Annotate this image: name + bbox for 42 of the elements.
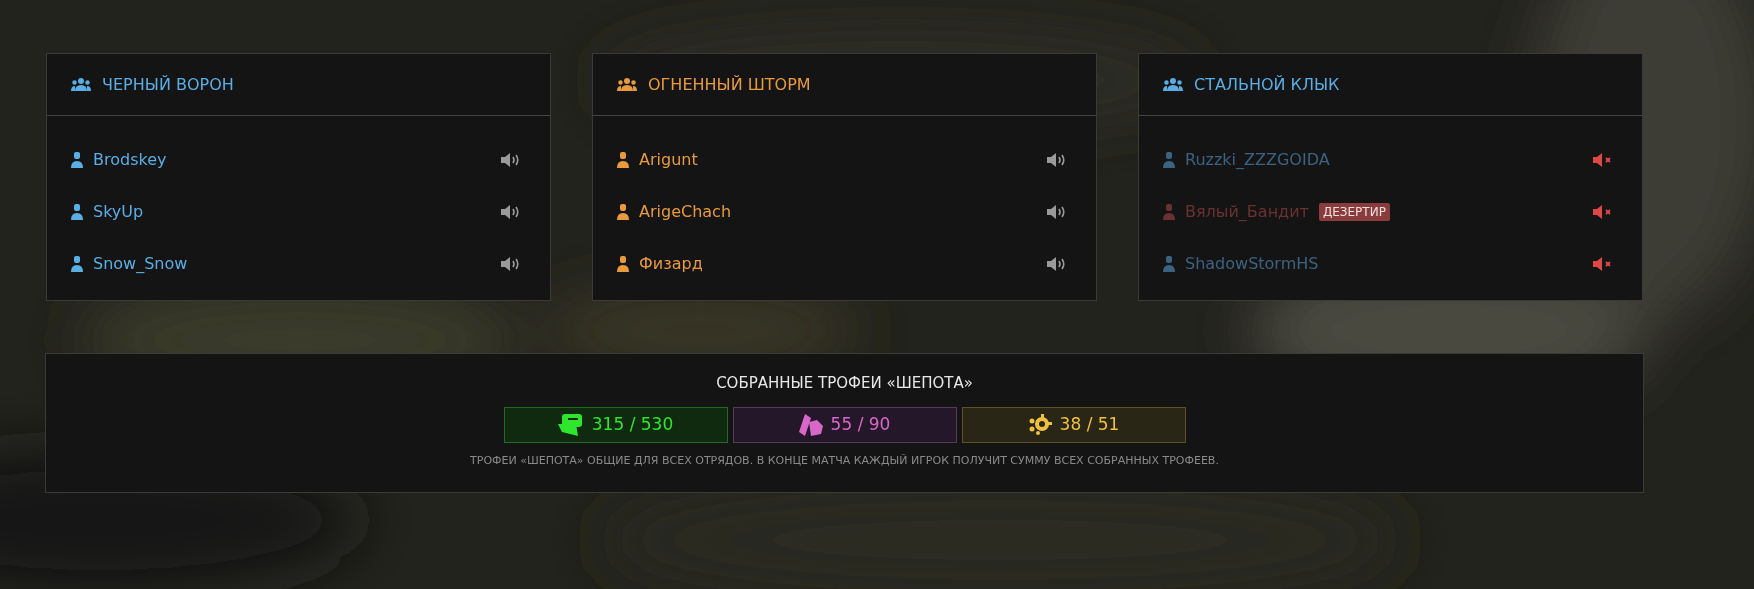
person-icon — [1163, 152, 1175, 168]
player-name: Ruzzki_ZZZGOIDA — [1185, 149, 1330, 171]
speaker-icon[interactable] — [1047, 153, 1067, 167]
person-icon — [1163, 256, 1175, 272]
muted-speaker-icon[interactable] — [1593, 257, 1613, 271]
speaker-icon[interactable] — [1047, 205, 1067, 219]
player-name: Brodskey — [93, 149, 167, 171]
squad-name: ОГНЕННЫЙ ШТОРМ — [648, 73, 811, 96]
crate-icon — [557, 413, 584, 436]
player-name: Snow_Snow — [93, 253, 188, 275]
tag-icon — [798, 413, 823, 436]
speaker-icon[interactable] — [501, 153, 521, 167]
group-icon — [1163, 78, 1183, 91]
group-icon — [71, 78, 91, 91]
speaker-icon[interactable] — [1047, 257, 1067, 271]
player-name: Вялый_Бандит — [1185, 201, 1309, 223]
player-name: Физард — [639, 253, 703, 275]
person-icon — [617, 256, 629, 272]
muted-speaker-icon[interactable] — [1593, 153, 1613, 167]
person-icon — [617, 152, 629, 168]
trophy-count: 38 / 51 — [1059, 412, 1120, 436]
person-icon — [71, 256, 83, 272]
speaker-icon[interactable] — [501, 205, 521, 219]
player-name: Arigunt — [639, 149, 698, 171]
trophy-count: 55 / 90 — [830, 412, 891, 436]
person-icon — [71, 152, 83, 168]
squad-name: СТАЛЬНОЙ КЛЫК — [1194, 73, 1340, 96]
player-name: ShadowStormHS — [1185, 253, 1319, 275]
trophies-note: ТРОФЕИ «ШЕПОТА» ОБЩИЕ ДЛЯ ВСЕХ ОТРЯДОВ. В КОНЦЕ МАТЧА КАЖДЫЙ ИГРОК ПОЛУЧИТ СУММУ ВСЕХ СОБРАННЫХ ТРОФЕЕВ. — [470, 452, 1219, 469]
person-icon — [617, 204, 629, 220]
player-name: ArigeChach — [639, 201, 732, 223]
player-name: SkyUp — [93, 201, 144, 223]
group-icon — [617, 78, 637, 91]
squad-name: ЧЕРНЫЙ ВОРОН — [102, 73, 234, 96]
person-icon — [1163, 204, 1175, 220]
deserter-badge: ДЕЗЕРТИР — [1318, 203, 1390, 221]
trophies-title: СОБРАННЫЕ ТРОФЕИ «ШЕПОТА» — [716, 373, 973, 394]
muted-speaker-icon[interactable] — [1593, 205, 1613, 219]
gear-icon — [1027, 413, 1052, 436]
trophy-count: 315 / 530 — [591, 412, 674, 436]
person-icon — [71, 204, 83, 220]
speaker-icon[interactable] — [501, 257, 521, 271]
